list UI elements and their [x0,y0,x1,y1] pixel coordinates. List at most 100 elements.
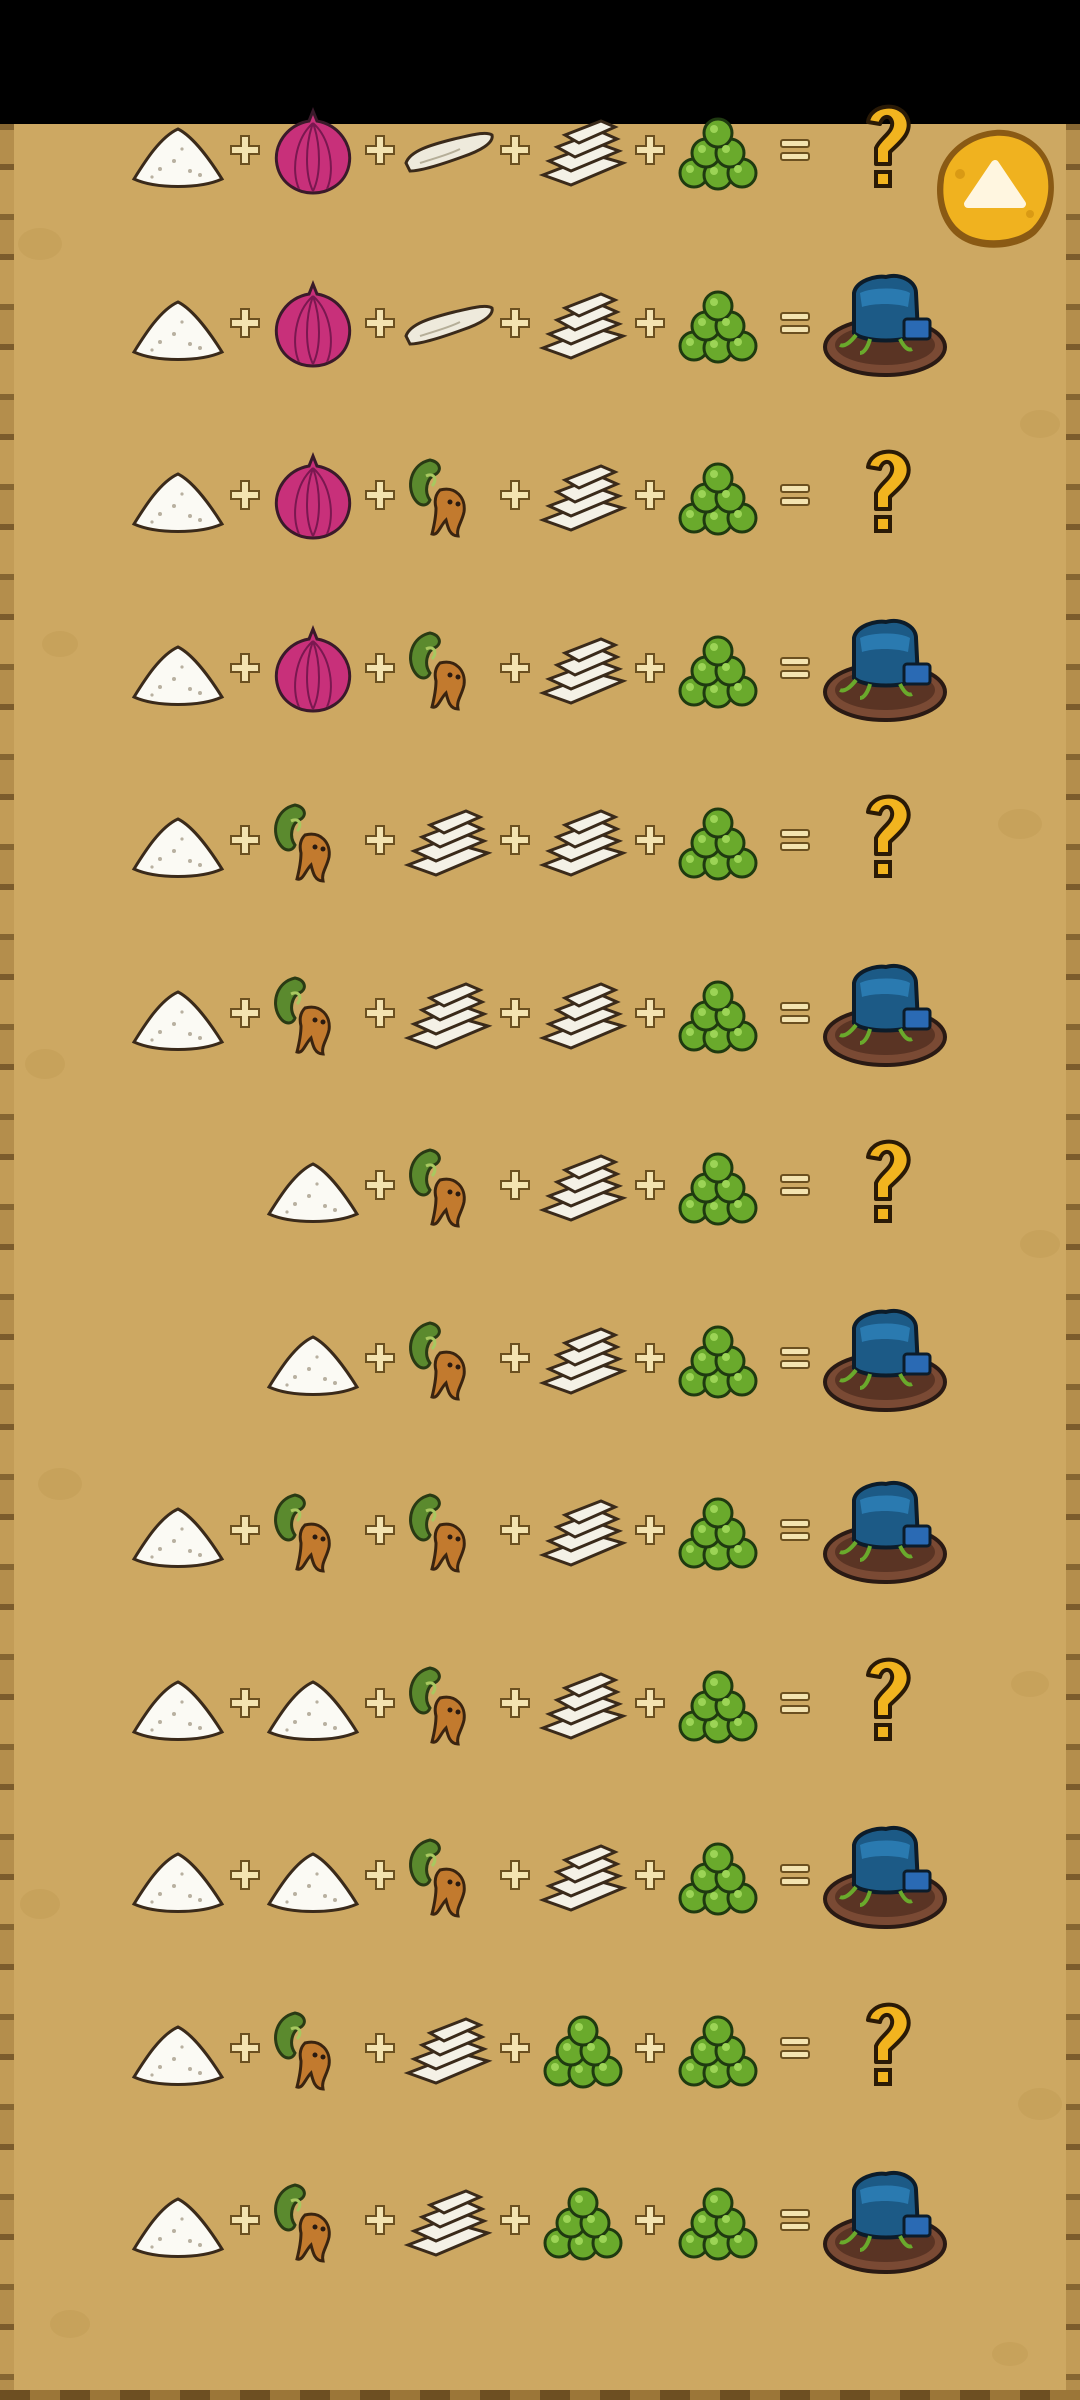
question-mark-icon[interactable] [820,1988,950,2108]
plus-icon [497,1855,533,1895]
recipe-row [0,430,1080,560]
plus-icon [227,475,263,515]
green-berries-icon [670,968,766,1058]
arrow-up-icon [937,129,1054,248]
plus-icon [497,2200,533,2240]
green-berries-icon [670,450,766,540]
mandrake-root-icon [400,1658,496,1748]
recipe-row [0,1120,1080,1250]
recipe-row [0,1638,1080,1768]
mandrake-root-icon [400,1830,496,1920]
plus-icon [632,1510,668,1550]
salt-pile-icon [130,968,226,1058]
scroll-to-top-button[interactable] [930,124,1060,254]
salt-pile-icon [130,623,226,713]
log-stack-icon [400,2003,496,2093]
equals-icon [777,130,813,170]
green-berries-icon [670,2003,766,2093]
plus-icon [632,2200,668,2240]
salt-pile-icon [265,1830,361,1920]
recipe-row [0,948,1080,1078]
salt-pile-icon [265,1313,361,1403]
white-root-icon [400,278,496,368]
equals-icon [777,2200,813,2240]
equals-icon [777,1683,813,1723]
plus-icon [362,1683,398,1723]
green-berries-icon [670,795,766,885]
blue-machine-icon[interactable] [820,953,950,1073]
plus-icon [362,1855,398,1895]
plus-icon [227,1855,263,1895]
plus-icon [632,993,668,1033]
log-stack-icon [535,968,631,1058]
plus-icon [227,993,263,1033]
mandrake-root-icon [400,1313,496,1403]
plus-icon [227,130,263,170]
question-mark-icon[interactable] [820,1125,950,1245]
green-berries-icon [535,2003,631,2093]
equals-icon [777,2028,813,2068]
recipe-row [0,85,1080,215]
red-onion-icon [265,278,361,368]
recipe-row [0,603,1080,733]
plus-icon [632,303,668,343]
plus-icon [362,2028,398,2068]
plus-icon [497,1338,533,1378]
mandrake-root-icon [265,1485,361,1575]
plus-icon [497,2028,533,2068]
salt-pile-icon [265,1658,361,1748]
plus-icon [362,130,398,170]
plus-icon [632,2028,668,2068]
blue-machine-icon[interactable] [820,1470,950,1590]
question-mark-icon[interactable] [820,435,950,555]
salt-pile-icon [130,1658,226,1748]
log-stack-icon [535,278,631,368]
question-mark-icon[interactable] [820,1643,950,1763]
recipe-row [0,1465,1080,1595]
plus-icon [632,1165,668,1205]
log-stack-icon [535,1140,631,1230]
equals-icon [777,993,813,1033]
mandrake-root-icon [400,1485,496,1575]
log-stack-icon [400,2175,496,2265]
plus-icon [227,648,263,688]
plus-icon [362,303,398,343]
green-berries-icon [670,623,766,713]
plus-icon [497,303,533,343]
blue-machine-icon[interactable] [820,608,950,728]
question-mark-icon[interactable] [820,780,950,900]
equals-icon [777,1338,813,1378]
plus-icon [227,2028,263,2068]
mandrake-root-icon [265,2175,361,2265]
recipe-row [0,775,1080,905]
plus-icon [497,1510,533,1550]
plus-icon [632,820,668,860]
blue-machine-icon[interactable] [820,1815,950,1935]
plus-icon [632,1338,668,1378]
mandrake-root-icon [265,795,361,885]
salt-pile-icon [130,795,226,885]
log-stack-icon [535,1485,631,1575]
plus-icon [227,2200,263,2240]
recipe-row [0,2155,1080,2285]
green-berries-icon [670,1658,766,1748]
log-stack-icon [535,1830,631,1920]
plus-icon [362,648,398,688]
log-stack-icon [535,1658,631,1748]
blue-machine-icon[interactable] [820,1298,950,1418]
plus-icon [362,820,398,860]
red-onion-icon [265,105,361,195]
plus-icon [632,475,668,515]
plus-icon [362,1165,398,1205]
plus-icon [227,1510,263,1550]
equals-icon [777,1510,813,1550]
blue-machine-icon[interactable] [820,2160,950,2280]
recipe-row [0,258,1080,388]
plus-icon [632,1683,668,1723]
plus-icon [227,303,263,343]
green-berries-icon [670,2175,766,2265]
red-onion-icon [265,623,361,713]
blue-machine-icon[interactable] [820,263,950,383]
plus-icon [497,1683,533,1723]
salt-pile-icon [265,1140,361,1230]
